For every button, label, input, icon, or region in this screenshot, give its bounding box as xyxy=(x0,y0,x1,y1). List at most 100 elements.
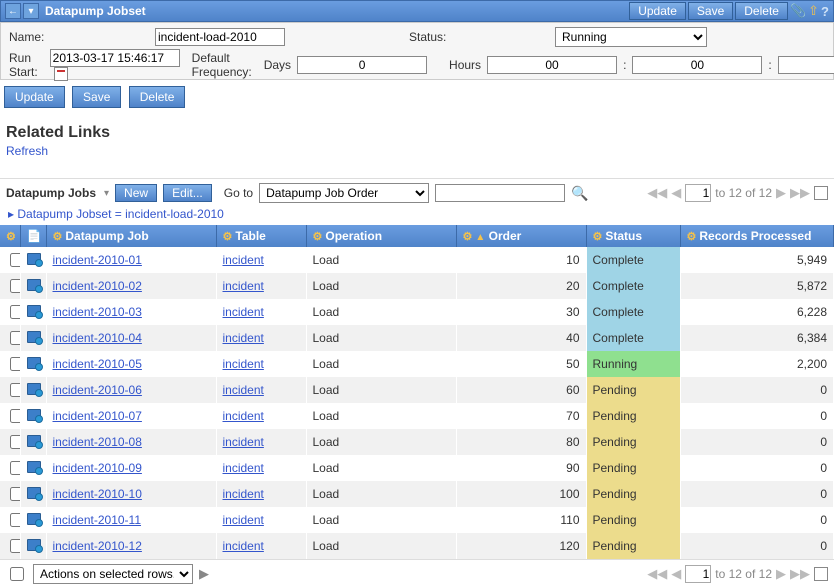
table-link[interactable]: incident xyxy=(223,253,264,267)
table-link[interactable]: incident xyxy=(223,331,264,345)
first-page-icon[interactable]: ◀◀ xyxy=(647,185,667,201)
freq-days-input[interactable] xyxy=(297,56,427,74)
row-preview-icon[interactable] xyxy=(27,383,41,395)
job-link[interactable]: incident-2010-02 xyxy=(53,279,142,293)
row-checkbox[interactable] xyxy=(10,513,20,527)
freq-seconds-input[interactable] xyxy=(778,56,834,74)
row-preview-icon[interactable] xyxy=(27,253,41,265)
table-link[interactable]: incident xyxy=(223,279,264,293)
job-link[interactable]: incident-2010-11 xyxy=(53,513,142,527)
row-checkbox[interactable] xyxy=(10,331,20,345)
job-link[interactable]: incident-2010-04 xyxy=(53,331,142,345)
row-checkbox[interactable] xyxy=(10,357,20,371)
table-link[interactable]: incident xyxy=(223,409,264,423)
col-status[interactable]: ⚙Status xyxy=(586,225,680,247)
attachment-icon[interactable]: 📎 xyxy=(790,3,806,19)
row-checkbox[interactable] xyxy=(10,383,20,397)
table-link[interactable]: incident xyxy=(223,383,264,397)
help-icon[interactable]: ? xyxy=(821,4,829,19)
job-link[interactable]: incident-2010-08 xyxy=(53,435,142,449)
row-checkbox[interactable] xyxy=(10,461,20,475)
row-preview-icon[interactable] xyxy=(27,461,41,473)
col-table[interactable]: ⚙Table xyxy=(216,225,306,247)
delete-button-top[interactable]: Delete xyxy=(735,2,788,20)
first-page-icon-b[interactable]: ◀◀ xyxy=(647,566,667,582)
row-preview-icon[interactable] xyxy=(27,279,41,291)
row-preview-icon[interactable] xyxy=(27,409,41,421)
order-cell: 70 xyxy=(456,403,586,429)
runstart-input[interactable] xyxy=(50,49,180,67)
last-page-icon[interactable]: ▶▶ xyxy=(790,185,810,201)
col-records[interactable]: ⚙Records Processed xyxy=(680,225,834,247)
table-link[interactable]: incident xyxy=(223,357,264,371)
job-link[interactable]: incident-2010-09 xyxy=(53,461,142,475)
row-checkbox[interactable] xyxy=(10,409,20,423)
grid-menu-icon[interactable]: ▾ xyxy=(104,188,109,199)
save-button[interactable]: Save xyxy=(72,86,121,108)
update-button[interactable]: Update xyxy=(4,86,65,108)
status-select[interactable]: Running xyxy=(555,27,707,47)
actions-go-icon[interactable]: ▶ xyxy=(199,566,209,582)
expand-icon-b[interactable] xyxy=(814,567,828,581)
row-preview-icon[interactable] xyxy=(27,539,41,551)
col-gear[interactable]: ⚙ xyxy=(0,225,20,247)
form-button-row: Update Save Delete xyxy=(0,80,834,114)
row-preview-icon[interactable] xyxy=(27,513,41,525)
goto-select[interactable]: Datapump Job Order xyxy=(259,183,429,203)
table-row: incident-2010-10incidentLoad100Pending0 xyxy=(0,481,834,507)
col-order[interactable]: ⚙▲ Order xyxy=(456,225,586,247)
actions-select[interactable]: Actions on selected rows... xyxy=(33,564,193,584)
job-link[interactable]: incident-2010-03 xyxy=(53,305,142,319)
row-checkbox[interactable] xyxy=(10,487,20,501)
row-preview-icon[interactable] xyxy=(27,331,41,343)
name-input[interactable] xyxy=(155,28,285,46)
breadcrumb-link[interactable]: Datapump Jobset = incident-load-2010 xyxy=(17,207,223,221)
table-link[interactable]: incident xyxy=(223,461,264,475)
prev-page-icon-b[interactable]: ◀ xyxy=(671,566,681,582)
next-page-icon[interactable]: ▶ xyxy=(776,185,786,201)
new-button[interactable]: New xyxy=(115,184,157,202)
page-input[interactable] xyxy=(685,184,711,202)
col-operation[interactable]: ⚙Operation xyxy=(306,225,456,247)
row-checkbox[interactable] xyxy=(10,435,20,449)
row-preview-icon[interactable] xyxy=(27,305,41,317)
records-cell: 5,949 xyxy=(680,247,834,273)
job-link[interactable]: incident-2010-06 xyxy=(53,383,142,397)
prev-page-icon[interactable]: ◀ xyxy=(671,185,681,201)
operation-cell: Load xyxy=(306,481,456,507)
row-checkbox[interactable] xyxy=(10,279,20,293)
row-preview-icon[interactable] xyxy=(27,435,41,447)
select-all-checkbox[interactable] xyxy=(10,567,24,581)
col-icon[interactable]: 📄 xyxy=(20,225,46,247)
last-page-icon-b[interactable]: ▶▶ xyxy=(790,566,810,582)
freq-hours-input[interactable] xyxy=(487,56,617,74)
job-link[interactable]: incident-2010-05 xyxy=(53,357,142,371)
calendar-icon[interactable] xyxy=(54,67,68,81)
row-checkbox[interactable] xyxy=(10,305,20,319)
job-link[interactable]: incident-2010-10 xyxy=(53,487,142,501)
search-input[interactable] xyxy=(435,184,565,202)
freq-minutes-input[interactable] xyxy=(632,56,762,74)
row-checkbox[interactable] xyxy=(10,253,20,267)
table-link[interactable]: incident xyxy=(223,487,264,501)
refresh-link[interactable]: Refresh xyxy=(6,144,48,158)
edit-button[interactable]: Edit... xyxy=(163,184,212,202)
update-button-top[interactable]: Update xyxy=(629,2,686,20)
job-link[interactable]: incident-2010-07 xyxy=(53,409,142,423)
page-input-b[interactable] xyxy=(685,565,711,583)
up-arrow-icon[interactable]: ⇧ xyxy=(808,3,819,19)
search-icon[interactable]: 🔍 xyxy=(571,185,588,202)
job-link[interactable]: incident-2010-01 xyxy=(53,253,142,267)
save-button-top[interactable]: Save xyxy=(688,2,733,20)
row-preview-icon[interactable] xyxy=(27,487,41,499)
next-page-icon-b[interactable]: ▶ xyxy=(776,566,786,582)
col-job[interactable]: ⚙Datapump Job xyxy=(46,225,216,247)
table-link[interactable]: incident xyxy=(223,305,264,319)
back-icon[interactable]: ← xyxy=(5,3,21,19)
row-preview-icon[interactable] xyxy=(27,357,41,369)
table-link[interactable]: incident xyxy=(223,435,264,449)
expand-icon[interactable] xyxy=(814,186,828,200)
menu-dropdown-icon[interactable]: ▾ xyxy=(23,3,39,19)
table-link[interactable]: incident xyxy=(223,513,264,527)
delete-button[interactable]: Delete xyxy=(129,86,186,108)
